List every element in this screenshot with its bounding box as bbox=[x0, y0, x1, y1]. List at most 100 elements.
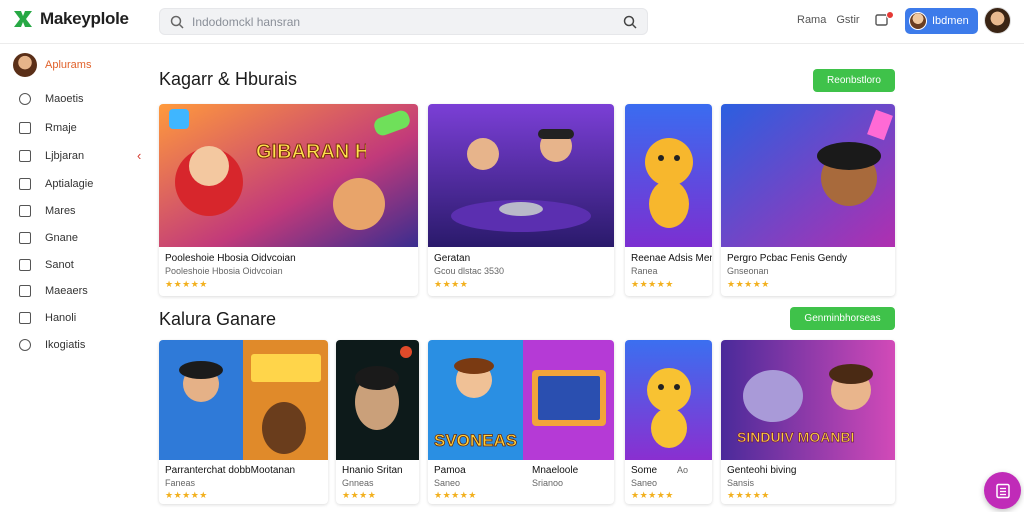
top-links: Rama Gstir bbox=[797, 14, 860, 26]
game-subtitle: Ranea bbox=[631, 266, 658, 276]
game-thumbnail bbox=[625, 104, 712, 247]
profile-button-label: Ibdmen bbox=[932, 15, 969, 27]
sidebar-item-label: Aptialagie bbox=[45, 178, 94, 190]
search-input[interactable]: Indodomckl hansran bbox=[192, 15, 300, 29]
sidebar-user[interactable]: Aplurams bbox=[13, 53, 91, 77]
game-thumbnail bbox=[428, 104, 614, 247]
sidebar: Aplurams Maoetis Rmaje Ljbjaran Aptialag… bbox=[0, 45, 150, 512]
top-link-rama[interactable]: Rama bbox=[797, 14, 826, 26]
sidebar-item-label: Ikogiatis bbox=[45, 339, 86, 351]
app-logo[interactable]: Makeyplole bbox=[12, 8, 129, 30]
rating-stars: ★★★★ bbox=[434, 279, 469, 289]
game-title: Pamoa bbox=[434, 465, 466, 476]
game-subtitle: Gcou dlstac 3530 bbox=[434, 266, 505, 276]
sidebar-item-label: Gnane bbox=[45, 232, 79, 244]
game-subtitle: Gnseonan bbox=[727, 266, 769, 276]
game-card[interactable]: Some Ao Saneo ★★★★★ bbox=[625, 340, 712, 504]
sidebar-item-mares[interactable]: Mares bbox=[19, 205, 76, 217]
sidebar-item-label: Maoetis bbox=[45, 93, 84, 105]
sidebar-avatar bbox=[13, 53, 37, 77]
section-title: Kalura Ganare bbox=[159, 309, 277, 329]
checkbox-icon bbox=[19, 205, 31, 217]
profile-button[interactable]: Ibdmen bbox=[905, 8, 978, 34]
game-subtitle: Saneo bbox=[631, 478, 658, 488]
game-subtitle: Gnneas bbox=[342, 478, 374, 488]
sidebar-item-maoetis[interactable]: Maoetis bbox=[19, 93, 84, 105]
search-submit-icon[interactable] bbox=[622, 14, 638, 30]
tag-icon bbox=[19, 285, 31, 297]
section-action-button[interactable]: Reonbstloro bbox=[813, 69, 895, 92]
sidebar-user-name: Aplurams bbox=[45, 59, 92, 71]
game-card[interactable]: Parranterchat dobbMootanan Faneas ★★★★★ bbox=[159, 340, 328, 504]
sidebar-item-sanot[interactable]: Sanot bbox=[19, 259, 74, 271]
section-action-button[interactable]: Genminbhorseas bbox=[790, 307, 895, 330]
logo-icon bbox=[14, 11, 32, 27]
shield-icon bbox=[19, 93, 31, 105]
sidebar-item-maeaers[interactable]: Maeaers bbox=[19, 285, 88, 297]
sidebar-item-ikogiatis[interactable]: Ikogiatis bbox=[19, 339, 85, 351]
game-title: Reenae Adsis Mendol Velaelan bbox=[631, 253, 712, 264]
game-subtitle: Sansis bbox=[727, 478, 755, 488]
game-thumbnail bbox=[336, 340, 419, 460]
game-card[interactable]: Pergro Pcbac Fenis Gendy Gnseonan ★★★★★ bbox=[721, 104, 895, 296]
sidebar-item-label: Rmaje bbox=[45, 122, 77, 134]
sidebar-item-ljbjaran[interactable]: Ljbjaran bbox=[19, 150, 84, 162]
notification-button[interactable] bbox=[874, 11, 894, 28]
rating-stars: ★★★★★ bbox=[631, 279, 674, 289]
game-card[interactable]: SVONEAS Pamoa Saneo ★★★★★ Mnaeloole Sria… bbox=[428, 340, 614, 504]
game-title: Genteohi biving bbox=[727, 465, 797, 476]
game-art-title: GIBARAN HIDAN bbox=[256, 141, 366, 164]
game-card[interactable]: Hnanio Sritan Gnneas ★★★★ bbox=[336, 340, 419, 504]
game-card[interactable]: GIBARAN HIDAN Pooleshoie Hbosia Oidvcoia… bbox=[159, 104, 418, 296]
sidebar-item-gnane[interactable]: Gnane bbox=[19, 232, 78, 244]
game-title: Geratan bbox=[434, 253, 471, 264]
settings-icon bbox=[19, 339, 31, 351]
sidebar-item-rmaje[interactable]: Rmaje bbox=[19, 122, 77, 134]
sidebar-item-hanoli[interactable]: Hanoli bbox=[19, 312, 76, 324]
game-art-title: SINDUIV MOANBI bbox=[737, 429, 855, 446]
game-card[interactable]: Geratan Gcou dlstac 3530 ★★★★ bbox=[428, 104, 614, 296]
rating-stars: ★★★★ bbox=[342, 490, 377, 500]
rating-stars: ★★★★★ bbox=[165, 279, 208, 289]
user-icon bbox=[19, 232, 31, 244]
bookmark-icon bbox=[19, 150, 31, 162]
game-title: Pooleshoie Hbosia Oidvcoian bbox=[165, 253, 296, 264]
svg-text:SVONEAS: SVONEAS bbox=[434, 431, 517, 450]
section-title: Kagarr & Hburais bbox=[159, 69, 298, 89]
game-subtitle: Faneas bbox=[165, 478, 196, 488]
sidebar-item-aptialagie[interactable]: Aptialagie bbox=[19, 178, 93, 190]
game-subtitle: Saneo bbox=[434, 478, 461, 488]
game-art-title bbox=[727, 126, 827, 236]
game-art-title: SVONEAS bbox=[434, 431, 518, 451]
game-subtitle-secondary: Srianoo bbox=[532, 478, 564, 488]
top-link-gstir[interactable]: Gstir bbox=[836, 14, 859, 26]
game-card[interactable]: Reenae Adsis Mendol Velaelan Ranea ★★★★★ bbox=[625, 104, 712, 296]
calendar-icon bbox=[19, 122, 31, 134]
search-bar[interactable]: Indodomckl hansran bbox=[159, 8, 648, 35]
game-card[interactable]: SINDUIV MOANBI Genteohi biving Sansis ★★… bbox=[721, 340, 895, 504]
sidebar-item-label: Maeaers bbox=[45, 285, 88, 297]
game-title-secondary: Mnaeloole bbox=[532, 465, 579, 476]
sidebar-item-label: Mares bbox=[45, 205, 76, 217]
top-bar: Makeyplole Indodomckl hansran Rama Gstir… bbox=[0, 0, 1024, 44]
user-avatar[interactable] bbox=[984, 7, 1011, 34]
chat-fab-button[interactable] bbox=[984, 472, 1021, 509]
rating-stars: ★★★★★ bbox=[434, 490, 477, 500]
game-title: Hnanio Sritan bbox=[342, 465, 403, 476]
list-icon bbox=[19, 312, 31, 324]
search-icon bbox=[170, 15, 184, 29]
game-title: Some bbox=[631, 465, 658, 476]
collapse-sidebar-icon[interactable]: ‹ bbox=[137, 148, 141, 163]
sidebar-item-label: Ljbjaran bbox=[45, 150, 85, 162]
game-badge: Ao bbox=[677, 465, 689, 475]
flag-icon bbox=[19, 178, 31, 190]
rating-stars: ★★★★★ bbox=[631, 490, 674, 500]
notification-dot bbox=[886, 11, 894, 19]
rating-stars: ★★★★★ bbox=[727, 490, 770, 500]
bag-icon bbox=[19, 259, 31, 271]
sidebar-item-label: Hanoli bbox=[45, 312, 77, 324]
profile-avatar bbox=[909, 12, 927, 30]
game-title: Parranterchat dobbMootanan bbox=[165, 465, 296, 476]
svg-text:SINDUIV MOANBI: SINDUIV MOANBI bbox=[737, 429, 854, 445]
app-name: Makeyplole bbox=[40, 9, 129, 28]
